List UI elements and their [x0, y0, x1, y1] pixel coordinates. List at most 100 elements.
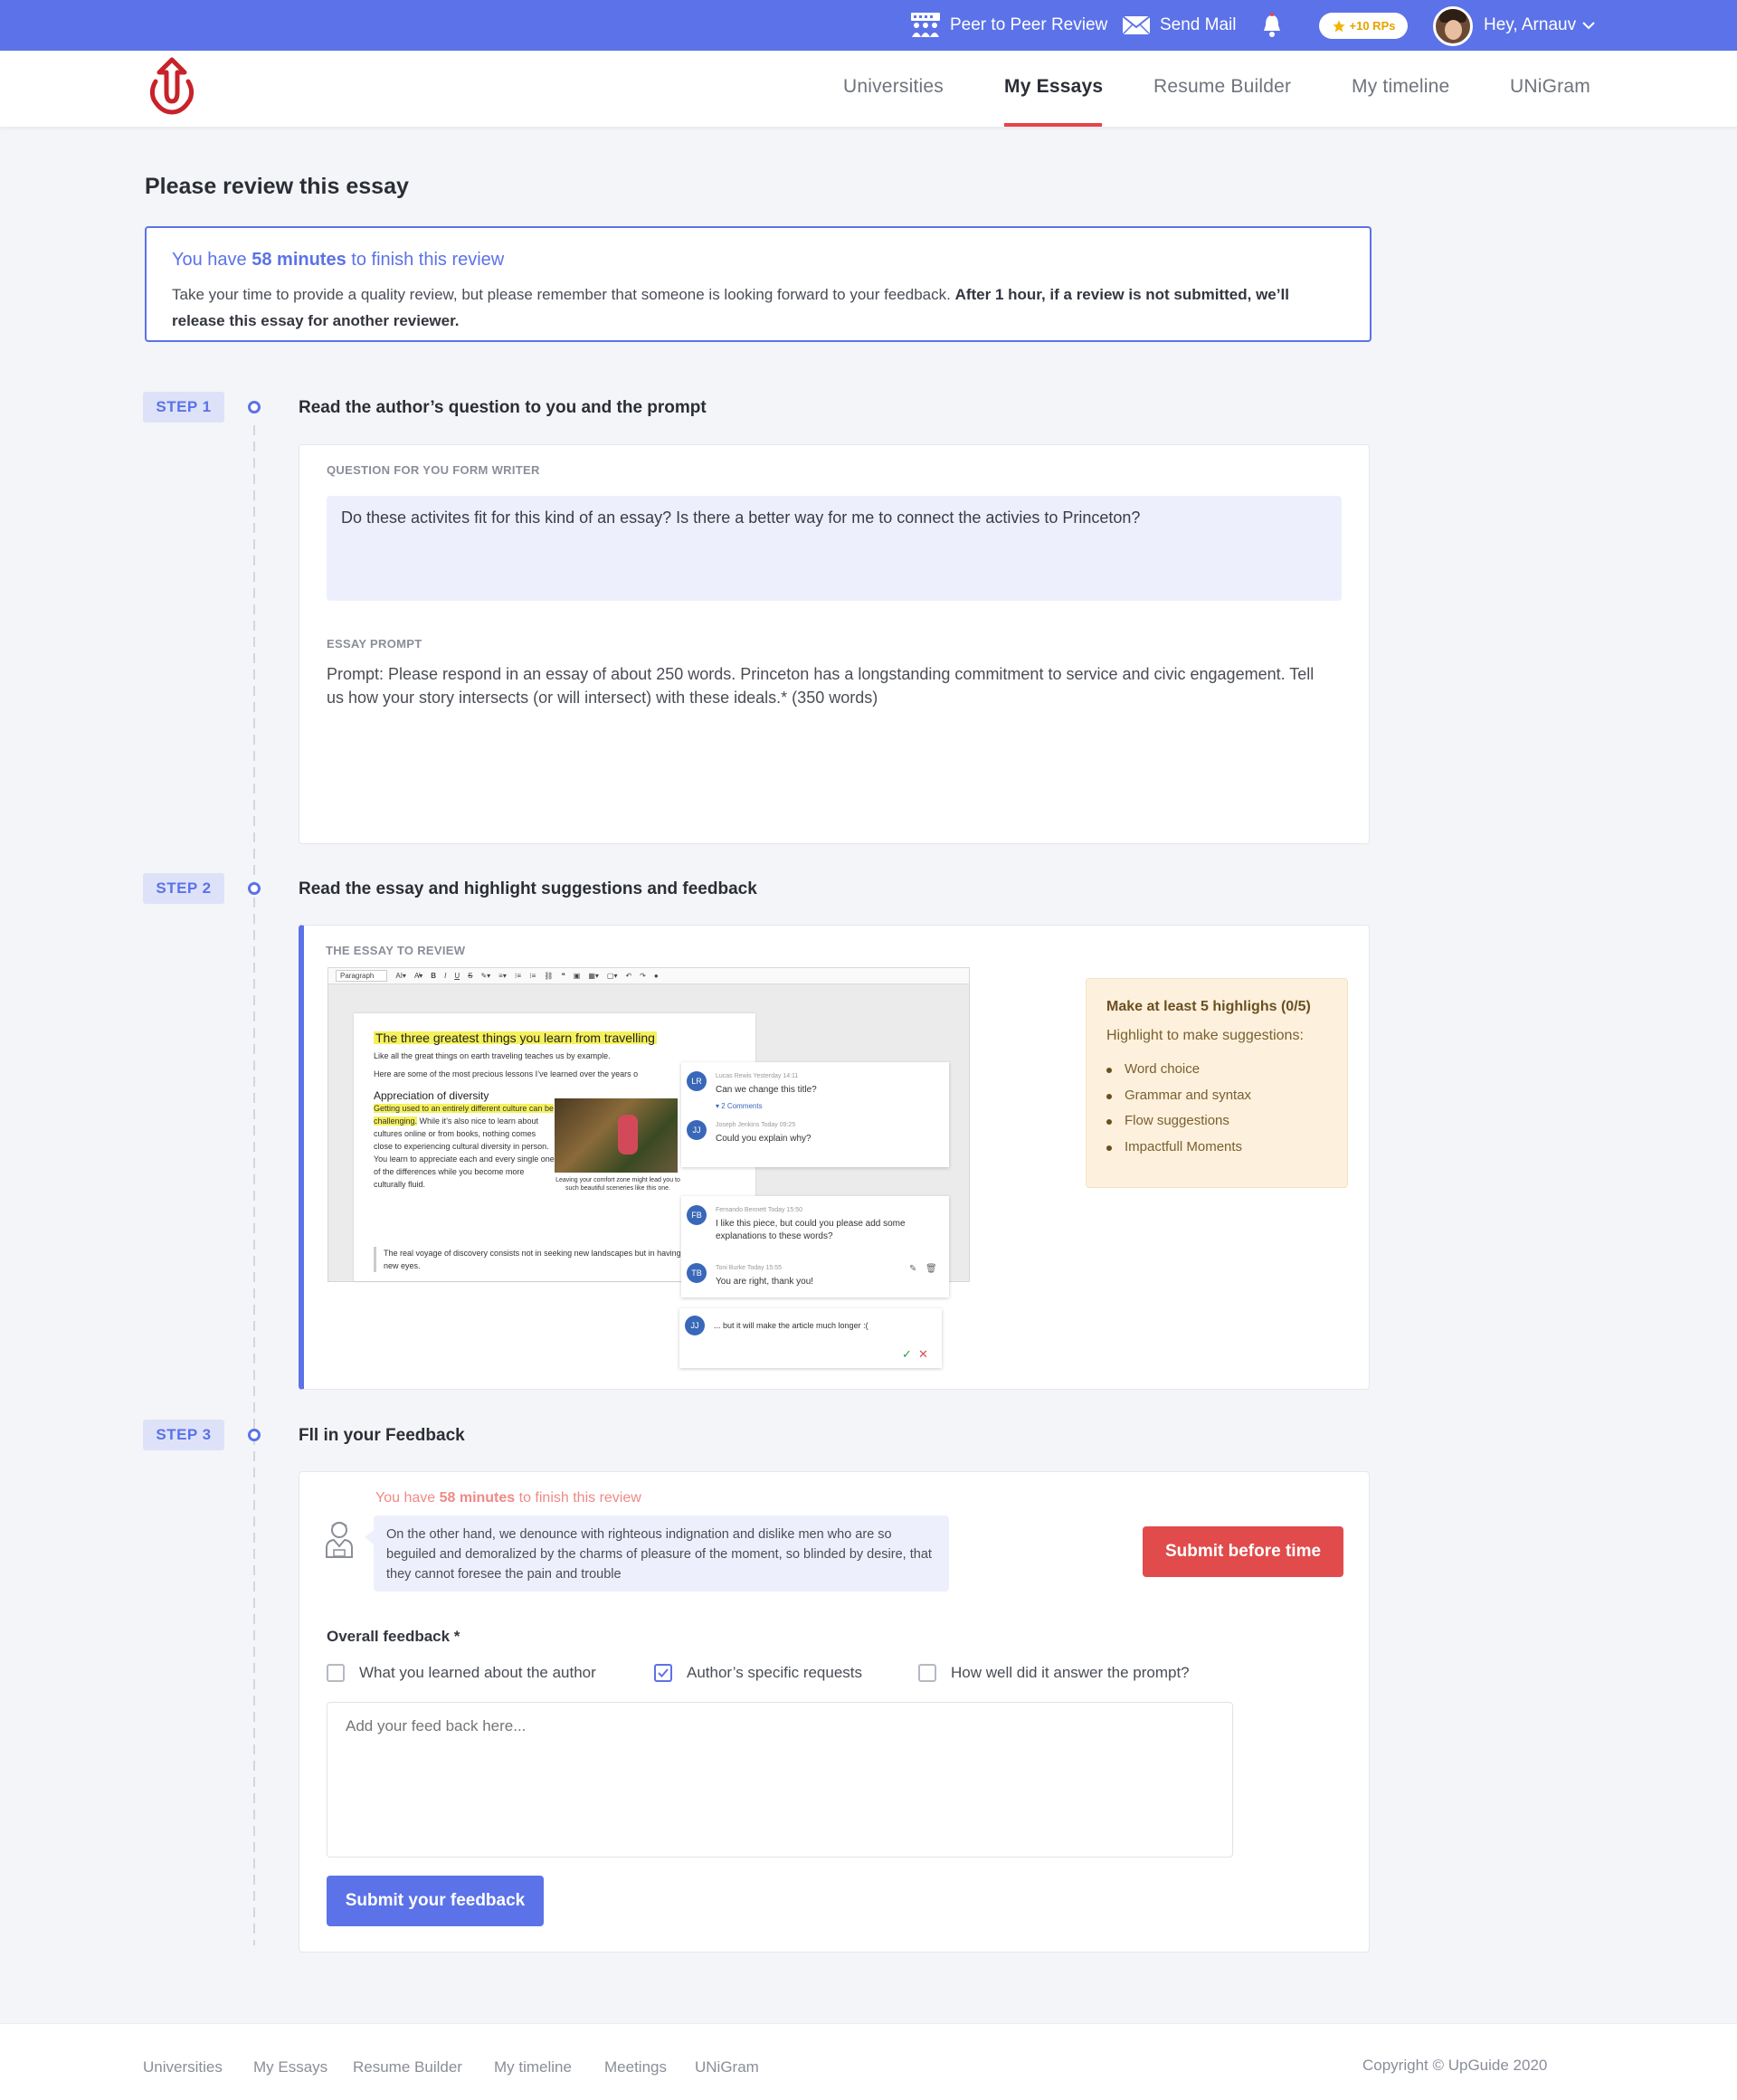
prompt-label: ESSAY PROMPT	[327, 637, 422, 651]
quote-button[interactable]: ❝	[561, 972, 565, 980]
highlight-tips: Make at least 5 highlighs (0/5) Highligh…	[1086, 978, 1348, 1188]
comment-button[interactable]: ●	[654, 972, 659, 980]
font-style-button[interactable]: A̸▾	[414, 972, 422, 980]
feedback-timer: You have 58 minutes to finish this revie…	[375, 1490, 641, 1506]
essay-photo	[555, 1098, 678, 1173]
footer-resume-builder[interactable]: Resume Builder	[353, 2058, 462, 2076]
overall-feedback-label: Overall feedback *	[327, 1628, 460, 1645]
nav-unigram[interactable]: UNiGram	[1510, 76, 1590, 98]
peer-review-label: Peer to Peer Review	[950, 15, 1108, 34]
step-2-badge: STEP 2	[143, 873, 224, 904]
undo-button[interactable]: ↶	[625, 972, 631, 980]
rp-badge[interactable]: +10 RPs	[1319, 13, 1408, 39]
table-button[interactable]: ▦▾	[588, 972, 599, 980]
user-menu[interactable]: Hey, Arnauv	[1484, 0, 1605, 51]
comment-text: I like this piece, but could you please …	[716, 1219, 906, 1241]
trash-icon[interactable]: 🗑	[925, 1263, 937, 1276]
list-button[interactable]: ⁝≡	[515, 972, 521, 980]
tips-title: Make at least 5 highlighs (0/5)	[1106, 999, 1311, 1014]
paragraph-select[interactable]: Paragraph	[336, 970, 388, 982]
checkbox[interactable]	[327, 1664, 345, 1682]
essay-review-card: THE ESSAY TO REVIEW Paragraph AI▾ A̸▾ B …	[299, 925, 1370, 1390]
notifications-button[interactable]	[1261, 0, 1292, 51]
send-mail-link[interactable]: Send Mail	[1122, 0, 1237, 51]
tips-list: Word choice Grammar and syntax Flow sugg…	[1106, 1057, 1327, 1160]
comment-text: Can we change this title?	[716, 1085, 817, 1095]
comment-avatar: TB	[687, 1263, 707, 1283]
step-1-badge: STEP 1	[143, 392, 224, 423]
comment-reply[interactable]: JJ ... but it will make the article much…	[679, 1308, 942, 1368]
align-button[interactable]: ≡▾	[498, 972, 507, 980]
star-icon	[1332, 19, 1345, 32]
bell-icon	[1264, 13, 1280, 37]
chevron-down-icon	[1582, 22, 1595, 30]
upguide-logo[interactable]	[147, 56, 197, 118]
checkbox-checked[interactable]	[654, 1664, 672, 1682]
check-icon	[658, 1668, 669, 1677]
footer: Universities My Essays Resume Builder My…	[0, 2023, 1737, 2100]
reviewer-avatar-icon	[326, 1522, 353, 1558]
checkbox[interactable]	[918, 1664, 936, 1682]
image-button[interactable]: ▣	[574, 972, 581, 980]
link-button[interactable]: ⛓	[544, 972, 553, 980]
nav-my-essays[interactable]: My Essays	[1004, 76, 1103, 98]
comment-text: Could you explain why?	[716, 1134, 812, 1144]
essay-prompt: Prompt: Please respond in an essay of ab…	[327, 665, 1315, 707]
tip-item: Grammar and syntax	[1106, 1083, 1327, 1109]
rp-label: +10 RPs	[1349, 19, 1396, 33]
step-3-title: Fll in your Feedback	[299, 1426, 465, 1445]
footer-unigram[interactable]: UNiGram	[695, 2058, 759, 2076]
comment-meta: Toni Burke Today 15:55	[716, 1265, 783, 1271]
media-button[interactable]: ▢▾	[607, 972, 618, 980]
submit-feedback-button[interactable]: Submit your feedback	[327, 1876, 544, 1926]
option-learned-about-author[interactable]: What you learned about the author	[327, 1664, 596, 1682]
mail-icon	[1122, 15, 1151, 35]
comment-avatar: LR	[687, 1071, 707, 1091]
step-3-badge: STEP 3	[143, 1420, 224, 1450]
tip-item: Impactfull Moments	[1106, 1135, 1327, 1161]
footer-my-timeline[interactable]: My timeline	[494, 2058, 572, 2076]
peer-review-icon	[911, 13, 940, 37]
question-label: QUESTION FOR YOU FORM WRITER	[327, 463, 540, 477]
author-question: Do these activites fit for this kind of …	[327, 496, 1342, 601]
footer-meetings[interactable]: Meetings	[604, 2058, 667, 2076]
submit-before-time-button[interactable]: Submit before time	[1143, 1526, 1343, 1577]
option-specific-requests[interactable]: Author’s specific requests	[654, 1664, 862, 1682]
peer-review-link[interactable]: Peer to Peer Review	[910, 0, 1107, 51]
italic-button[interactable]: I	[444, 972, 446, 980]
footer-universities[interactable]: Universities	[143, 2058, 223, 2076]
option-answer-prompt[interactable]: How well did it answer the prompt?	[918, 1664, 1190, 1682]
photo-caption: Leaving your comfort zone might lead you…	[555, 1177, 680, 1192]
feedback-input[interactable]	[327, 1702, 1233, 1858]
comments-toggle[interactable]: ▾ 2 Comments	[716, 1100, 763, 1113]
review-timer-notice: You have 58 minutes to finish this revie…	[145, 226, 1372, 342]
comment-thread-2[interactable]: FB Fernando Bennett Today 15:50 I like t…	[681, 1196, 949, 1297]
comment-thread-1[interactable]: LR Lucas Rewis Yesterday 14:11 Can we ch…	[681, 1062, 949, 1167]
font-size-button[interactable]: AI▾	[395, 972, 406, 980]
comment-text: You are right, thank you!	[716, 1277, 814, 1287]
nav-universities[interactable]: Universities	[843, 76, 944, 98]
underline-button[interactable]: U	[454, 972, 460, 980]
steps-timeline	[253, 425, 255, 1945]
bold-button[interactable]: B	[431, 972, 436, 980]
reply-text[interactable]: ... but it will make the article much lo…	[714, 1319, 868, 1332]
close-icon[interactable]: ✕	[918, 1348, 928, 1361]
tips-subtitle: Highlight to make suggestions:	[1106, 1028, 1304, 1043]
notice-body: Take your time to provide a quality revi…	[172, 286, 1289, 329]
comment-avatar: JJ	[687, 1120, 707, 1140]
step-2-title: Read the essay and highlight suggestions…	[299, 879, 757, 898]
nav-resume-builder[interactable]: Resume Builder	[1153, 76, 1291, 98]
strike-button[interactable]: S	[468, 972, 472, 980]
step-3-dot	[248, 1429, 261, 1441]
user-avatar[interactable]	[1433, 6, 1473, 46]
comment-avatar: JJ	[685, 1316, 705, 1335]
numbered-list-button[interactable]: ⁝≡	[529, 972, 536, 980]
redo-button[interactable]: ↷	[640, 972, 646, 980]
edit-icon[interactable]: ✎	[909, 1263, 916, 1276]
highlight-button[interactable]: ✎▾	[480, 972, 490, 980]
nav-my-timeline[interactable]: My timeline	[1352, 76, 1449, 98]
comment-meta: Lucas Rewis Yesterday 14:11	[716, 1073, 799, 1079]
essay-editor[interactable]: Paragraph AI▾ A̸▾ B I U S ✎▾ ≡▾ ⁝≡ ⁝≡ ⛓ …	[327, 967, 970, 1368]
check-icon[interactable]: ✓	[902, 1348, 912, 1361]
footer-my-essays[interactable]: My Essays	[253, 2058, 327, 2076]
